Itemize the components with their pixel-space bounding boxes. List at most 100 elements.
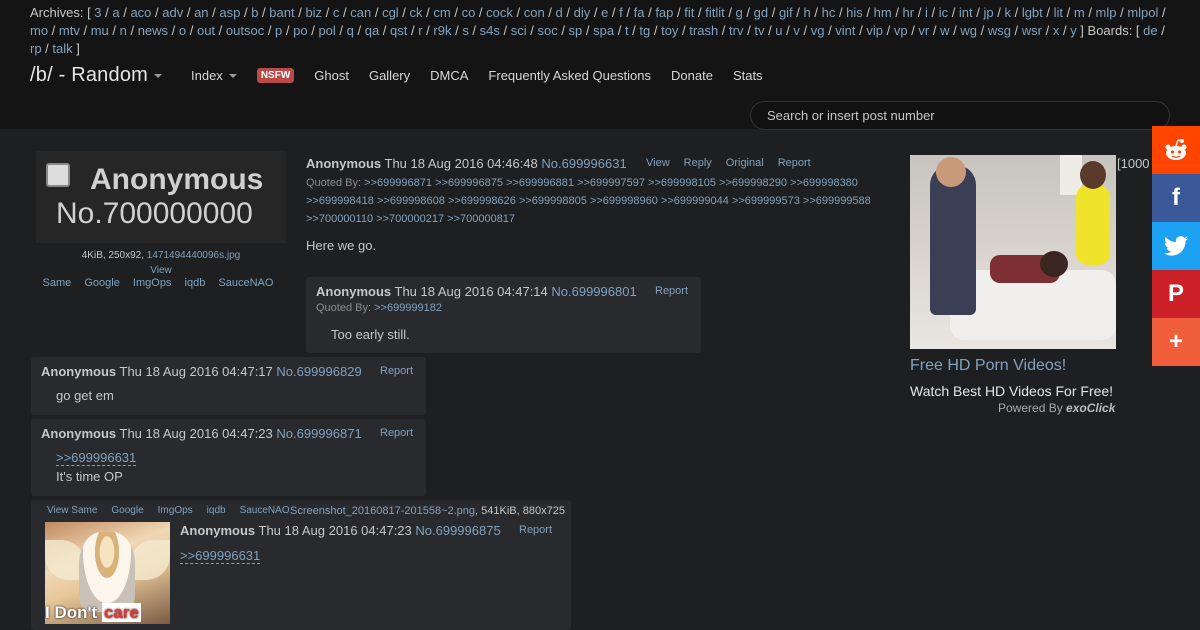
archive-link-asp[interactable]: asp bbox=[219, 5, 240, 20]
archive-link-q[interactable]: q bbox=[347, 23, 354, 38]
archive-link-soc[interactable]: soc bbox=[537, 23, 557, 38]
archive-link-adv[interactable]: adv bbox=[162, 5, 183, 20]
quoted-by-link[interactable]: >>699998105 bbox=[648, 177, 716, 189]
archive-link-qst[interactable]: qst bbox=[390, 23, 407, 38]
quoted-by-link[interactable]: >>700000217 bbox=[376, 213, 444, 225]
nav-stats[interactable]: Stats bbox=[733, 68, 763, 83]
quoted-by-link[interactable]: >>699999573 bbox=[732, 195, 800, 207]
archive-link-vg[interactable]: vg bbox=[811, 23, 825, 38]
quote-link[interactable]: >>699996631 bbox=[180, 548, 261, 564]
reddit-share-button[interactable] bbox=[1152, 126, 1200, 174]
op-reply-button[interactable]: Reply bbox=[684, 157, 712, 169]
report-button[interactable]: Report bbox=[519, 524, 552, 536]
nav-ghost[interactable]: Ghost bbox=[314, 68, 349, 83]
post-number[interactable]: No.699996829 bbox=[276, 364, 361, 379]
archive-link-mtv[interactable]: mtv bbox=[59, 23, 80, 38]
tool-google[interactable]: Google bbox=[84, 277, 119, 289]
archive-link-toy[interactable]: toy bbox=[661, 23, 678, 38]
op-view-link[interactable]: View bbox=[150, 265, 172, 276]
archive-link-bant[interactable]: bant bbox=[269, 5, 294, 20]
archive-link-fitlit[interactable]: fitlit bbox=[705, 5, 725, 20]
op-original-button[interactable]: Original bbox=[726, 157, 764, 169]
quoted-by-link[interactable]: >>699999182 bbox=[374, 302, 442, 314]
quoted-by-link[interactable]: >>699996881 bbox=[506, 177, 574, 189]
archive-link-con[interactable]: con bbox=[524, 5, 545, 20]
archive-link-d[interactable]: d bbox=[556, 5, 563, 20]
quoted-by-link[interactable]: >>699999588 bbox=[803, 195, 871, 207]
board-title[interactable]: /b/ - Random bbox=[30, 64, 163, 87]
archive-link-aco[interactable]: aco bbox=[130, 5, 151, 20]
post-number[interactable]: No.699996871 bbox=[276, 426, 361, 441]
search-input[interactable] bbox=[765, 107, 1149, 124]
archive-link-a[interactable]: a bbox=[112, 5, 119, 20]
tool-google[interactable]: Google bbox=[111, 505, 143, 516]
tool-imgops[interactable]: ImgOps bbox=[133, 277, 172, 289]
archive-link-tg[interactable]: tg bbox=[639, 23, 650, 38]
quoted-by-link[interactable]: >>699998418 bbox=[306, 195, 374, 207]
archive-link-mu[interactable]: mu bbox=[91, 23, 109, 38]
archive-link-mlpol[interactable]: mlpol bbox=[1127, 5, 1158, 20]
board-link-de[interactable]: de bbox=[1143, 23, 1157, 38]
archive-link-tv[interactable]: tv bbox=[754, 23, 764, 38]
archive-link-pol[interactable]: pol bbox=[318, 23, 335, 38]
archive-link-outsoc[interactable]: outsoc bbox=[226, 23, 264, 38]
archive-link-hm[interactable]: hm bbox=[874, 5, 892, 20]
tool-iqdb[interactable]: iqdb bbox=[207, 505, 226, 516]
quote-link[interactable]: >>699996631 bbox=[56, 450, 137, 466]
archive-link-sci[interactable]: sci bbox=[511, 23, 527, 38]
facebook-share-button[interactable]: f bbox=[1152, 174, 1200, 222]
archive-link-cm[interactable]: cm bbox=[433, 5, 450, 20]
archive-link-out[interactable]: out bbox=[197, 23, 215, 38]
archive-link-gd[interactable]: gd bbox=[754, 5, 768, 20]
post-number[interactable]: No.699996631 bbox=[541, 156, 626, 171]
archive-link-hr[interactable]: hr bbox=[903, 5, 915, 20]
board-link-talk[interactable]: talk bbox=[52, 41, 72, 56]
archive-link-hc[interactable]: hc bbox=[822, 5, 836, 20]
archive-link-wsr[interactable]: wsr bbox=[1022, 23, 1042, 38]
tool-view-same[interactable]: View Same bbox=[47, 505, 97, 516]
archive-link-jp[interactable]: jp bbox=[984, 5, 994, 20]
quoted-by-link[interactable]: >>699998626 bbox=[448, 195, 516, 207]
nav-donate[interactable]: Donate bbox=[671, 68, 713, 83]
tool-imgops[interactable]: ImgOps bbox=[158, 505, 193, 516]
report-button[interactable]: Report bbox=[655, 285, 688, 297]
archive-link-n[interactable]: n bbox=[120, 23, 127, 38]
archive-link-fit[interactable]: fit bbox=[684, 5, 694, 20]
archive-link-an[interactable]: an bbox=[194, 5, 208, 20]
archive-link-spa[interactable]: spa bbox=[593, 23, 614, 38]
archive-link-vr[interactable]: vr bbox=[918, 23, 929, 38]
archive-link-vip[interactable]: vip bbox=[866, 23, 883, 38]
archive-link-wg[interactable]: wg bbox=[960, 23, 977, 38]
archive-link-co[interactable]: co bbox=[462, 5, 476, 20]
archive-link-gif[interactable]: gif bbox=[779, 5, 793, 20]
archive-link-u[interactable]: u bbox=[775, 23, 782, 38]
archive-link-w[interactable]: w bbox=[940, 23, 949, 38]
archive-link-fap[interactable]: fap bbox=[655, 5, 673, 20]
op-view-button[interactable]: View bbox=[646, 157, 670, 169]
archive-link-vint[interactable]: vint bbox=[835, 23, 855, 38]
nav-gallery[interactable]: Gallery bbox=[369, 68, 410, 83]
op-report-button[interactable]: Report bbox=[778, 157, 811, 169]
archive-link-fa[interactable]: fa bbox=[634, 5, 645, 20]
archive-link-mo[interactable]: mo bbox=[30, 23, 48, 38]
archive-link-diy[interactable]: diy bbox=[574, 5, 591, 20]
quoted-by-link[interactable]: >>699996875 bbox=[435, 177, 503, 189]
archive-link-vp[interactable]: vp bbox=[894, 23, 908, 38]
archive-link-qa[interactable]: qa bbox=[365, 23, 379, 38]
quoted-by-link[interactable]: >>699997597 bbox=[577, 177, 645, 189]
archive-link-cock[interactable]: cock bbox=[486, 5, 513, 20]
quoted-by-link[interactable]: >>699999044 bbox=[661, 195, 729, 207]
quoted-by-link[interactable]: >>699998805 bbox=[519, 195, 587, 207]
archive-link-lgbt[interactable]: lgbt bbox=[1022, 5, 1043, 20]
archive-link-s4s[interactable]: s4s bbox=[480, 23, 500, 38]
ad-title-link[interactable]: Free HD Porn Videos! bbox=[910, 357, 1066, 375]
quoted-by-link[interactable]: >>699998290 bbox=[719, 177, 787, 189]
twitter-share-button[interactable] bbox=[1152, 222, 1200, 270]
ad-image[interactable] bbox=[910, 155, 1116, 349]
report-button[interactable]: Report bbox=[380, 365, 413, 377]
archive-link-m[interactable]: m bbox=[1074, 5, 1085, 20]
pinterest-share-button[interactable]: P bbox=[1152, 270, 1200, 318]
quoted-by-link[interactable]: >>699998608 bbox=[377, 195, 445, 207]
tool-iqdb[interactable]: iqdb bbox=[185, 277, 206, 289]
archive-link-3[interactable]: 3 bbox=[94, 5, 101, 20]
